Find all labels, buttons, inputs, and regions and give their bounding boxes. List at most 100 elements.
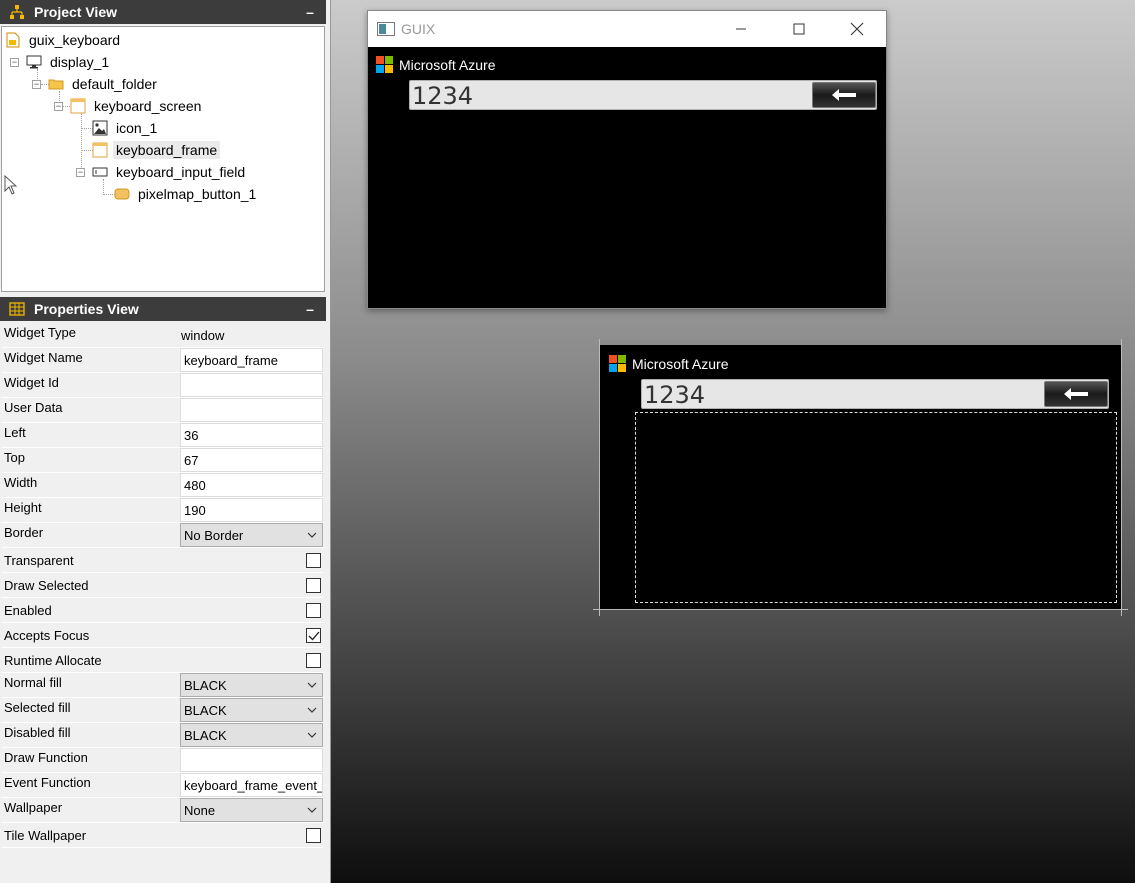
draw-selected-checkbox[interactable] bbox=[306, 578, 321, 593]
prop-label: Transparent bbox=[2, 548, 302, 572]
tree-item-label: keyboard_input_field bbox=[116, 164, 246, 180]
display-icon bbox=[26, 54, 42, 70]
tree-item-default-folder[interactable]: default_folder bbox=[48, 74, 160, 94]
tree-item-icon-1[interactable]: icon_1 bbox=[92, 118, 160, 138]
prop-label: Selected fill bbox=[2, 698, 178, 722]
tree-item-label: keyboard_frame bbox=[113, 141, 221, 159]
design-canvas[interactable]: GUIX Microsoft Azure 1234 Microsoft Azur… bbox=[330, 0, 1135, 883]
enabled-checkbox[interactable] bbox=[306, 603, 321, 618]
prop-enabled: Enabled bbox=[2, 598, 323, 623]
arrow-left-icon bbox=[1064, 388, 1088, 400]
prop-label: Height bbox=[2, 498, 178, 522]
draw-function-input[interactable] bbox=[180, 748, 323, 772]
input-field-value: 1234 bbox=[412, 82, 474, 110]
prop-label: User Data bbox=[2, 398, 178, 422]
input-field-icon bbox=[92, 164, 108, 180]
border-select[interactable]: No Border bbox=[180, 523, 323, 547]
project-view-header: Project View – bbox=[0, 0, 326, 24]
prop-label: Normal fill bbox=[2, 673, 178, 697]
grid-icon bbox=[8, 300, 26, 318]
selected-fill-select[interactable]: BLACK bbox=[180, 698, 323, 722]
folder-icon bbox=[48, 76, 64, 92]
close-button[interactable] bbox=[828, 11, 886, 47]
guix-titlebar: GUIX bbox=[368, 11, 886, 47]
frame-guide-left bbox=[599, 339, 600, 616]
prop-label: Enabled bbox=[2, 598, 302, 622]
width-input[interactable]: 480 bbox=[180, 473, 323, 497]
prop-border: Border No Border bbox=[2, 523, 323, 548]
prop-draw-selected: Draw Selected bbox=[2, 573, 323, 598]
tree-item-keyboard-frame[interactable]: keyboard_frame bbox=[92, 140, 221, 160]
properties-view-minimize-button[interactable]: – bbox=[300, 301, 320, 317]
prop-label: Draw Selected bbox=[2, 573, 302, 597]
normal-fill-select[interactable]: BLACK bbox=[180, 673, 323, 697]
guix-window-title: GUIX bbox=[401, 21, 436, 37]
prop-top: Top 67 bbox=[2, 448, 323, 473]
azure-logo-text: Microsoft Azure bbox=[632, 356, 729, 372]
guix-app-icon bbox=[377, 22, 395, 36]
prop-selected-fill: Selected fill BLACK bbox=[2, 698, 323, 723]
tree-item-display-1[interactable]: display_1 bbox=[26, 52, 112, 72]
mouse-cursor-icon bbox=[4, 175, 18, 195]
chevron-down-icon bbox=[307, 532, 317, 538]
project-view-minimize-button[interactable]: – bbox=[300, 4, 320, 20]
accepts-focus-checkbox[interactable] bbox=[306, 628, 321, 643]
design-screen-preview[interactable]: Microsoft Azure 1234 bbox=[599, 345, 1122, 609]
tree-item-guix-keyboard[interactable]: guix_keyboard bbox=[5, 30, 123, 50]
frame-guide-bottom bbox=[593, 609, 1128, 610]
widget-name-input[interactable]: keyboard_frame bbox=[180, 348, 323, 372]
window-icon bbox=[70, 98, 86, 114]
left-panel: Project View – − − − − guix_keyboard dis… bbox=[0, 0, 326, 883]
prop-label: Width bbox=[2, 473, 178, 497]
properties-grid: Widget Type window Widget Name keyboard_… bbox=[2, 323, 323, 853]
azure-logo: Microsoft Azure bbox=[609, 355, 728, 373]
top-input[interactable]: 67 bbox=[180, 448, 323, 472]
expander-default-folder[interactable]: − bbox=[32, 80, 41, 89]
image-icon bbox=[92, 120, 108, 136]
design-backspace-button[interactable] bbox=[1044, 381, 1108, 407]
prop-left: Left 36 bbox=[2, 423, 323, 448]
event-function-input[interactable]: keyboard_frame_event_l bbox=[180, 773, 323, 797]
tree-item-pixelmap-button-1[interactable]: pixelmap_button_1 bbox=[114, 184, 259, 204]
prop-tile-wallpaper: Tile Wallpaper bbox=[2, 823, 323, 848]
tree-item-label: pixelmap_button_1 bbox=[138, 186, 257, 202]
window-icon bbox=[92, 142, 108, 158]
transparent-checkbox[interactable] bbox=[306, 553, 321, 568]
azure-logo-text: Microsoft Azure bbox=[399, 57, 496, 73]
minimize-button[interactable] bbox=[712, 11, 770, 47]
tree-item-keyboard-screen[interactable]: keyboard_screen bbox=[70, 96, 204, 116]
selected-fill-value: BLACK bbox=[184, 703, 227, 718]
height-input[interactable]: 190 bbox=[180, 498, 323, 522]
prop-normal-fill: Normal fill BLACK bbox=[2, 673, 323, 698]
expander-display-1[interactable]: − bbox=[10, 58, 19, 67]
border-select-value: No Border bbox=[184, 528, 244, 543]
prop-widget-type: Widget Type window bbox=[2, 323, 323, 348]
keyboard-input-field[interactable]: 1234 bbox=[409, 80, 877, 110]
tree-item-keyboard-input-field[interactable]: keyboard_input_field bbox=[92, 162, 248, 182]
left-input[interactable]: 36 bbox=[180, 423, 323, 447]
prop-label: Wallpaper bbox=[2, 798, 178, 822]
maximize-button[interactable] bbox=[770, 11, 828, 47]
tile-wallpaper-checkbox[interactable] bbox=[306, 828, 321, 843]
prop-label: Accepts Focus bbox=[2, 623, 302, 647]
disabled-fill-select[interactable]: BLACK bbox=[180, 723, 323, 747]
widget-id-input[interactable] bbox=[180, 373, 323, 397]
design-keyboard-input-field[interactable]: 1234 bbox=[641, 379, 1109, 409]
arrow-left-icon bbox=[832, 89, 856, 101]
prop-label: Tile Wallpaper bbox=[2, 823, 302, 847]
widget-type-value: window bbox=[180, 323, 323, 347]
prop-label: Border bbox=[2, 523, 178, 547]
tree-item-label: icon_1 bbox=[116, 120, 158, 136]
expander-keyboard-screen[interactable]: − bbox=[54, 102, 63, 111]
expander-keyboard-input-field[interactable]: − bbox=[76, 168, 85, 177]
properties-view-header: Properties View – bbox=[0, 297, 326, 321]
guix-preview-window: GUIX Microsoft Azure 1234 bbox=[367, 10, 887, 309]
user-data-input[interactable] bbox=[180, 398, 323, 422]
prop-label: Widget Type bbox=[2, 323, 178, 347]
wallpaper-select[interactable]: None bbox=[180, 798, 323, 822]
backspace-button[interactable] bbox=[812, 82, 876, 108]
runtime-allocate-checkbox[interactable] bbox=[306, 653, 321, 668]
keyboard-frame-selection[interactable] bbox=[635, 412, 1117, 603]
tree-item-label: guix_keyboard bbox=[29, 32, 121, 48]
prop-label: Top bbox=[2, 448, 178, 472]
